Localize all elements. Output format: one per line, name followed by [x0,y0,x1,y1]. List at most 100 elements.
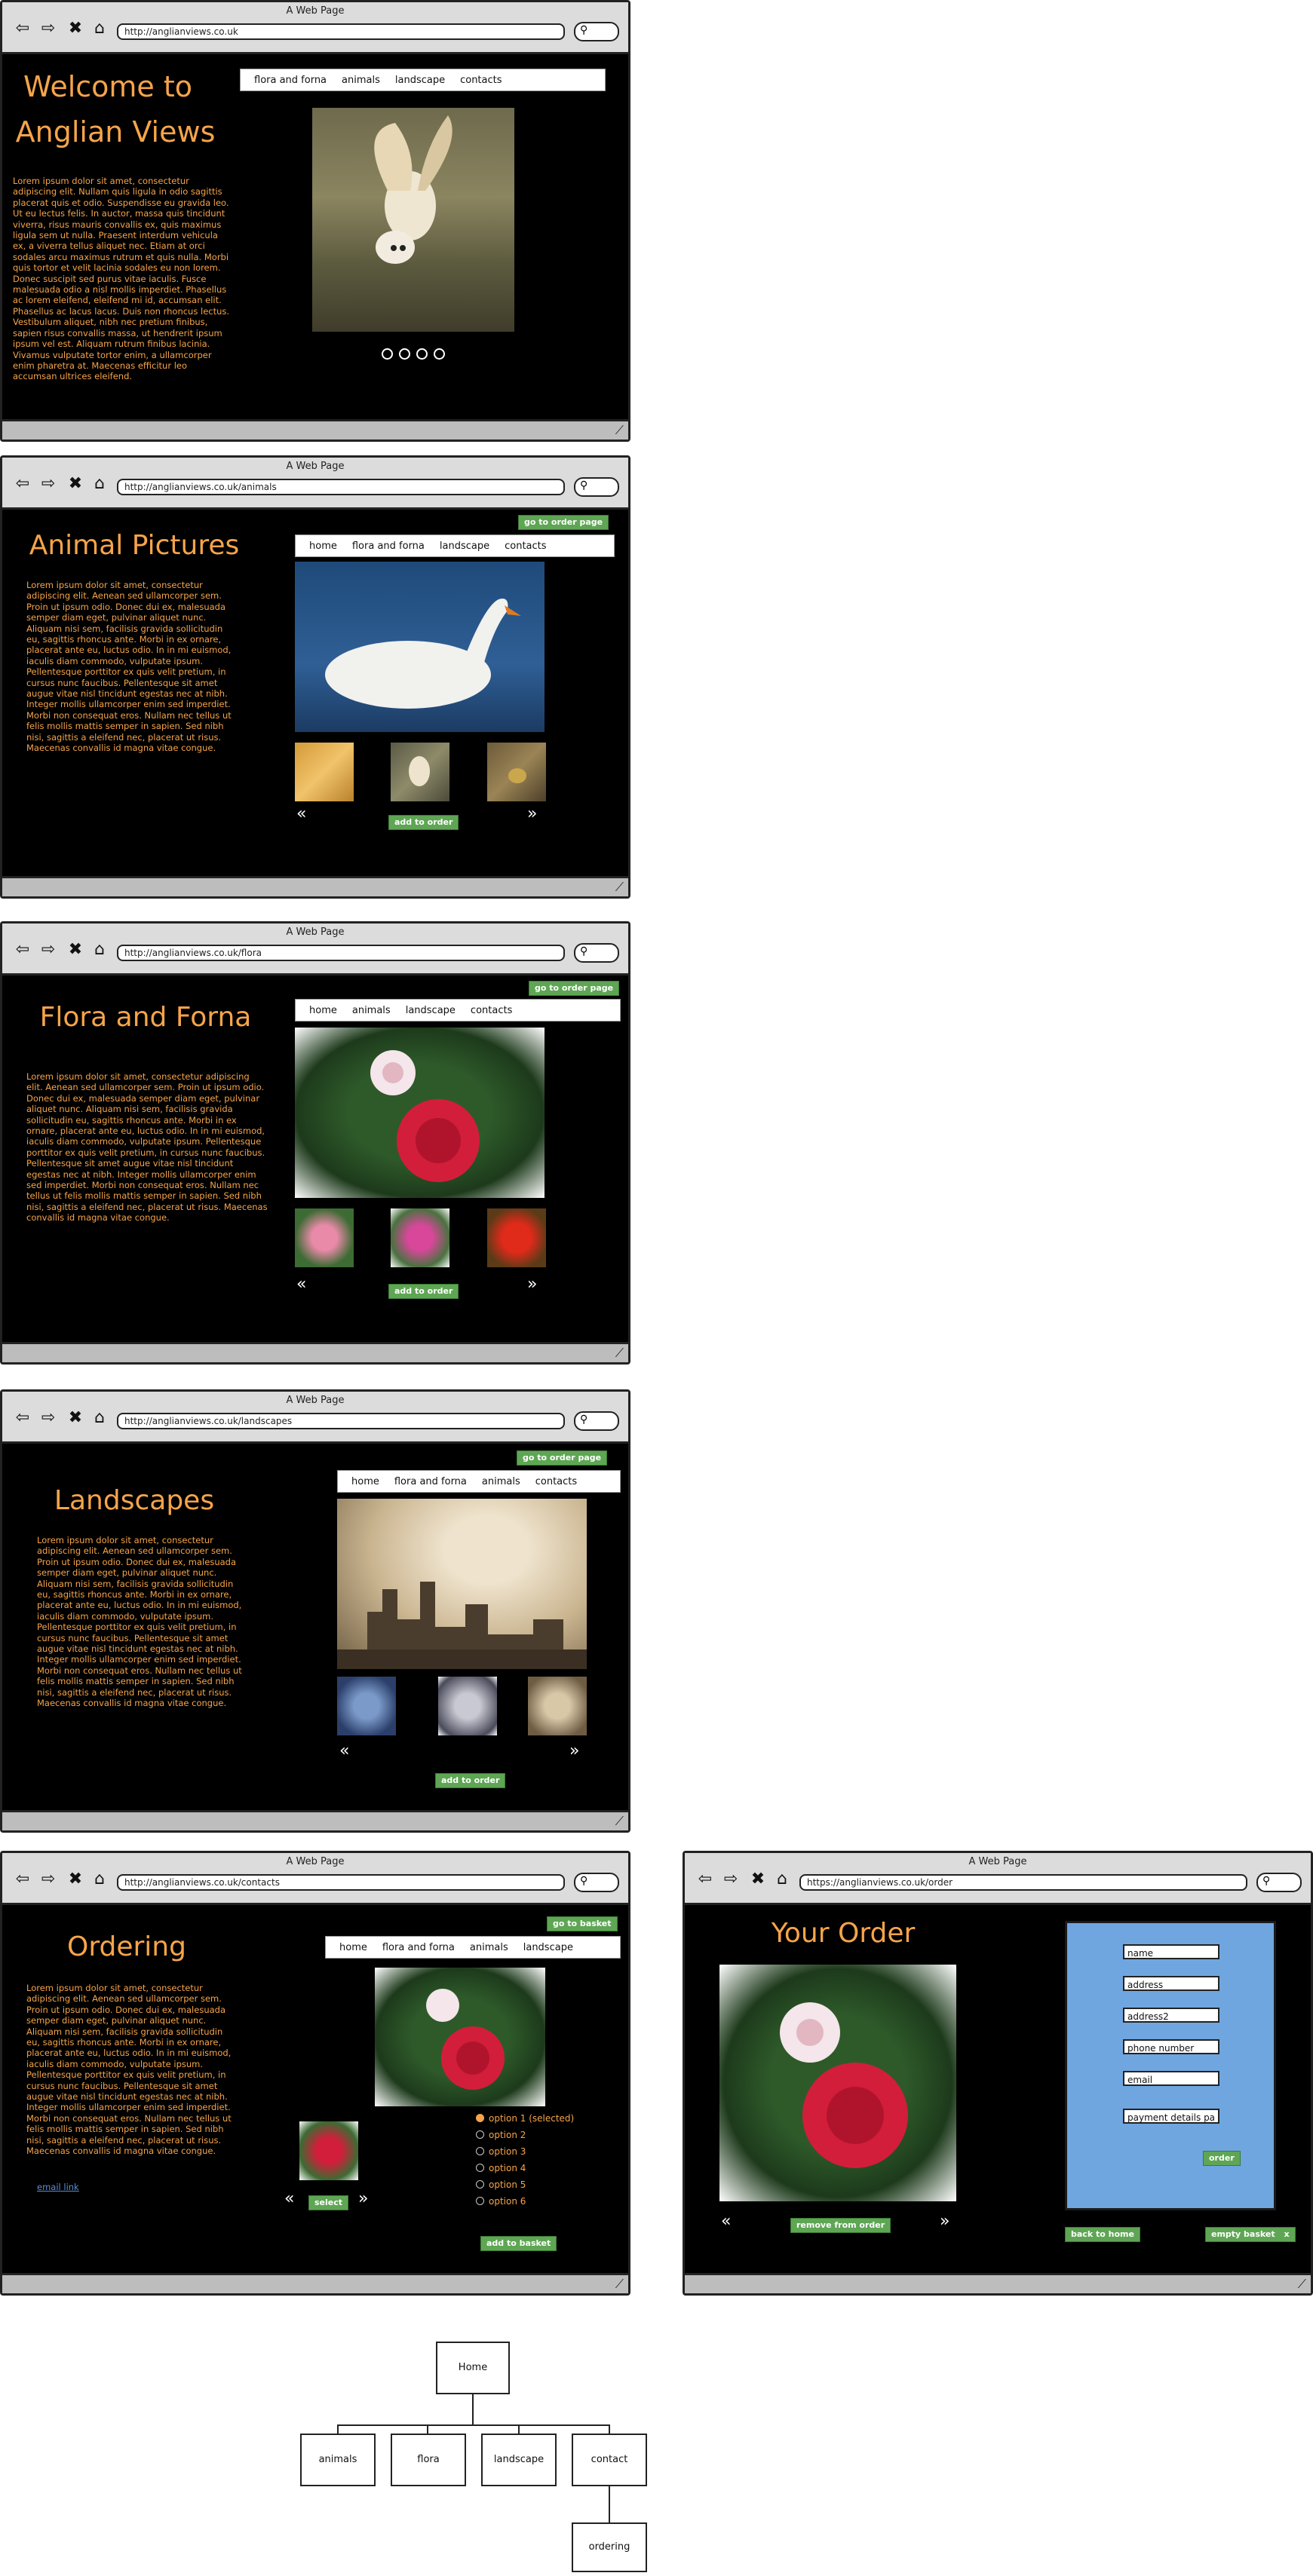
resize-grip-icon[interactable]: ⟋ [615,1346,624,1361]
nav-home[interactable]: home [351,1476,379,1487]
nav-flora[interactable]: flora and forna [382,1942,455,1953]
next-arrow-icon[interactable]: » [527,806,537,822]
back-arrow-icon[interactable]: ⇦ [13,1410,32,1426]
search-box[interactable]: ⚲ [574,22,619,41]
search-box[interactable]: ⚲ [1256,1873,1302,1892]
forward-arrow-icon[interactable]: ⇨ [38,1410,58,1426]
option-3-radio[interactable]: option 3 [476,2146,526,2157]
nav-animals[interactable]: animals [352,1005,391,1016]
home-icon[interactable]: ⌂ [90,942,109,958]
prev-arrow-icon[interactable]: « [284,2191,294,2207]
add-to-order-button[interactable]: add to order [388,815,459,830]
option-1-radio[interactable]: option 1 (selected) [476,2113,574,2124]
address-bar[interactable]: https://anglianviews.co.uk/order [799,1874,1247,1891]
close-icon[interactable]: ✖ [66,476,85,492]
close-icon[interactable]: ✖ [66,942,85,958]
thumbnail-2[interactable] [391,1208,449,1267]
back-arrow-icon[interactable]: ⇦ [13,942,32,958]
order-button[interactable]: order [1203,2151,1241,2166]
empty-basket-button[interactable]: empty basket x [1205,2227,1296,2242]
close-icon[interactable]: ✖ [66,1410,85,1426]
next-arrow-icon[interactable]: » [569,1743,579,1760]
search-box[interactable]: ⚲ [574,477,619,497]
close-icon[interactable]: ✖ [748,1871,768,1888]
thumbnail-2[interactable] [391,743,449,801]
option-6-radio[interactable]: option 6 [476,2196,526,2207]
prev-arrow-icon[interactable]: « [339,1743,349,1760]
name-field[interactable]: name [1123,1944,1219,1959]
selected-thumbnail[interactable] [299,2121,358,2180]
thumbnail-2[interactable] [438,1677,497,1735]
nav-home[interactable]: home [339,1942,367,1953]
back-arrow-icon[interactable]: ⇦ [13,476,32,492]
payment-details-field[interactable]: payment details pa [1123,2109,1219,2124]
nav-flora[interactable]: flora and forna [254,75,327,86]
back-arrow-icon[interactable]: ⇦ [695,1871,715,1888]
resize-grip-icon[interactable]: ⟋ [615,1814,624,1829]
back-to-home-button[interactable]: back to home [1065,2227,1140,2242]
go-to-order-page-button[interactable]: go to order page [518,515,609,530]
thumbnail-1[interactable] [337,1677,396,1735]
resize-grip-icon[interactable]: ⟋ [615,880,624,895]
prev-arrow-icon[interactable]: « [721,2213,731,2230]
address-bar[interactable]: http://anglianviews.co.uk/contacts [117,1874,565,1891]
thumbnail-1[interactable] [295,1208,354,1267]
thumbnail-3[interactable] [487,1208,546,1267]
address-bar[interactable]: http://anglianviews.co.uk/flora [117,945,565,961]
carousel-dot-3[interactable] [416,348,428,360]
resize-grip-icon[interactable]: ⟋ [615,423,624,438]
phone-number-field[interactable]: phone number [1123,2039,1219,2054]
add-to-order-button[interactable]: add to order [388,1284,459,1299]
nav-landscape[interactable]: landscape [406,1005,456,1016]
forward-arrow-icon[interactable]: ⇨ [38,942,58,958]
nav-animals[interactable]: animals [470,1942,508,1953]
nav-landscape[interactable]: landscape [523,1942,573,1953]
forward-arrow-icon[interactable]: ⇨ [38,20,58,37]
nav-landscape[interactable]: landscape [395,75,445,86]
next-arrow-icon[interactable]: » [940,2213,949,2230]
search-box[interactable]: ⚲ [574,1411,619,1431]
home-icon[interactable]: ⌂ [772,1871,792,1888]
resize-grip-icon[interactable]: ⟋ [615,2277,624,2292]
go-to-basket-button[interactable]: go to basket [547,1916,618,1931]
resize-grip-icon[interactable]: ⟋ [1298,2277,1306,2292]
address-bar[interactable]: http://anglianviews.co.uk/animals [117,479,565,495]
nav-animals[interactable]: animals [342,75,380,86]
option-2-radio[interactable]: option 2 [476,2130,526,2140]
nav-home[interactable]: home [309,541,337,552]
option-5-radio[interactable]: option 5 [476,2179,526,2190]
close-icon[interactable]: ✖ [66,20,85,37]
next-arrow-icon[interactable]: » [358,2191,368,2207]
forward-arrow-icon[interactable]: ⇨ [38,1871,58,1888]
email-link[interactable]: email link [37,2182,79,2192]
search-box[interactable]: ⚲ [574,1873,619,1892]
email-field[interactable]: email [1123,2071,1219,2086]
home-icon[interactable]: ⌂ [90,20,109,37]
nav-contacts[interactable]: contacts [460,75,502,86]
thumbnail-3[interactable] [528,1677,587,1735]
thumbnail-3[interactable] [487,743,546,801]
nav-landscape[interactable]: landscape [440,541,489,552]
nav-contacts[interactable]: contacts [471,1005,512,1016]
nav-flora[interactable]: flora and forna [394,1476,467,1487]
address-field[interactable]: address [1123,1976,1219,1991]
forward-arrow-icon[interactable]: ⇨ [38,476,58,492]
back-arrow-icon[interactable]: ⇦ [13,1871,32,1888]
home-icon[interactable]: ⌂ [90,1871,109,1888]
next-arrow-icon[interactable]: » [527,1276,537,1293]
home-icon[interactable]: ⌂ [90,1410,109,1426]
select-button[interactable]: select [308,2195,349,2210]
back-arrow-icon[interactable]: ⇦ [13,20,32,37]
prev-arrow-icon[interactable]: « [296,806,306,822]
option-4-radio[interactable]: option 4 [476,2163,526,2173]
go-to-order-page-button[interactable]: go to order page [517,1450,608,1466]
nav-contacts[interactable]: contacts [535,1476,577,1487]
close-icon[interactable]: ✖ [66,1871,85,1888]
add-to-order-button[interactable]: add to order [435,1773,506,1788]
carousel-dot-2[interactable] [399,348,410,360]
nav-contacts[interactable]: contacts [505,541,546,552]
forward-arrow-icon[interactable]: ⇨ [721,1871,741,1888]
nav-home[interactable]: home [309,1005,337,1016]
nav-animals[interactable]: animals [482,1476,520,1487]
add-to-basket-button[interactable]: add to basket [480,2236,557,2251]
